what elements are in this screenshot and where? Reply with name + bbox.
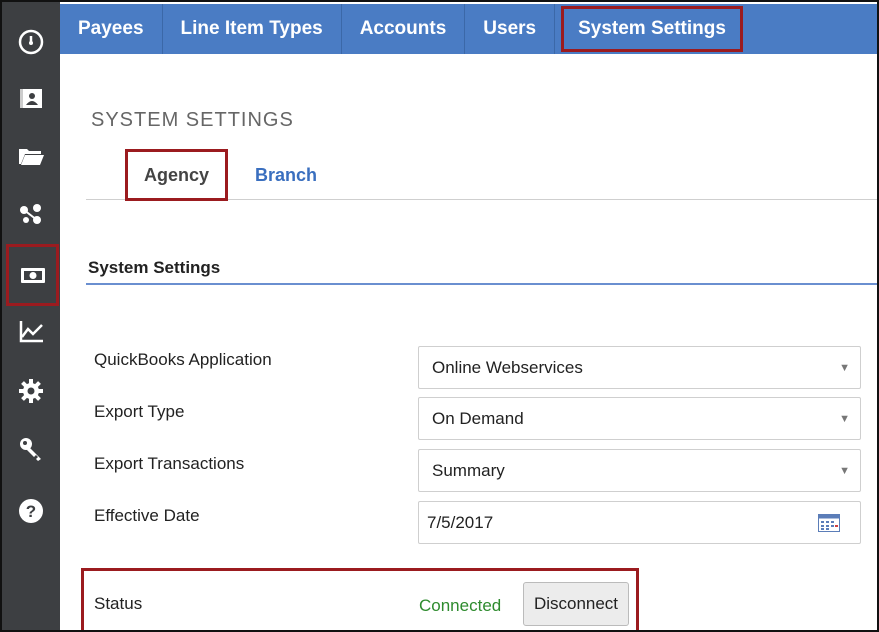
tab-system-settings[interactable]: System Settings — [561, 6, 743, 52]
tab-line-item-types[interactable]: Line Item Types — [163, 4, 342, 54]
sidebar-item-files[interactable] — [2, 127, 60, 185]
chevron-down-icon: ▼ — [839, 362, 850, 374]
chevron-down-icon: ▼ — [839, 465, 850, 477]
subtab-agency[interactable]: Agency — [125, 149, 228, 201]
subtab-branch[interactable]: Branch — [244, 149, 328, 201]
gear-icon — [19, 379, 43, 403]
sidebar-item-security[interactable] — [2, 420, 60, 478]
sidebar-item-network[interactable] — [2, 185, 60, 243]
quickbooks-application-label: QuickBooks Application — [94, 350, 272, 369]
chevron-down-icon: ▼ — [839, 413, 850, 425]
tab-users[interactable]: Users — [465, 4, 556, 54]
effective-date-label: Effective Date — [94, 506, 200, 525]
status-label: Status — [94, 594, 143, 613]
export-transactions-label: Export Transactions — [94, 454, 245, 473]
quickbooks-application-select[interactable]: Online Webservices ▼ — [418, 346, 861, 389]
export-transactions-select[interactable]: Summary ▼ — [418, 449, 861, 492]
help-icon: ? — [19, 499, 43, 523]
top-nav: Payees Line Item Types Accounts Users Sy… — [60, 4, 877, 54]
sidebar-item-billing[interactable] — [6, 244, 59, 306]
folder-icon — [19, 149, 44, 165]
quickbooks-application-value: Online Webservices — [432, 357, 583, 377]
subtab-bar: Agency Branch — [86, 147, 877, 201]
disconnect-button[interactable]: Disconnect — [523, 582, 629, 626]
calendar-icon[interactable] — [818, 514, 840, 537]
svg-text:?: ? — [26, 502, 36, 521]
sidebar: ? — [2, 2, 60, 630]
money-icon — [20, 268, 45, 283]
sidebar-item-reports[interactable] — [2, 302, 60, 360]
effective-date-field[interactable]: 7/5/2017 — [418, 501, 861, 544]
tab-accounts[interactable]: Accounts — [342, 4, 466, 54]
app-window: ? Payees Line Item Types Accounts Users … — [0, 0, 879, 632]
line-chart-icon — [19, 321, 43, 343]
export-type-label: Export Type — [94, 402, 185, 421]
effective-date-value: 7/5/2017 — [427, 512, 494, 532]
tab-payees[interactable]: Payees — [60, 4, 163, 54]
contact-card-icon — [20, 89, 42, 108]
page-title: SYSTEM SETTINGS — [91, 109, 294, 131]
section-divider — [86, 283, 877, 285]
sidebar-item-contacts[interactable] — [2, 69, 60, 127]
export-type-select[interactable]: On Demand ▼ — [418, 397, 861, 440]
network-icon — [20, 204, 41, 224]
section-title: System Settings — [88, 258, 221, 277]
dashboard-icon — [18, 29, 44, 55]
sidebar-item-dashboard[interactable] — [2, 12, 60, 70]
key-icon — [20, 438, 41, 461]
status-value: Connected — [419, 596, 502, 615]
export-type-value: On Demand — [432, 408, 524, 428]
sidebar-item-help[interactable]: ? — [2, 482, 60, 540]
sidebar-item-settings[interactable] — [2, 362, 60, 420]
export-transactions-value: Summary — [432, 460, 505, 480]
